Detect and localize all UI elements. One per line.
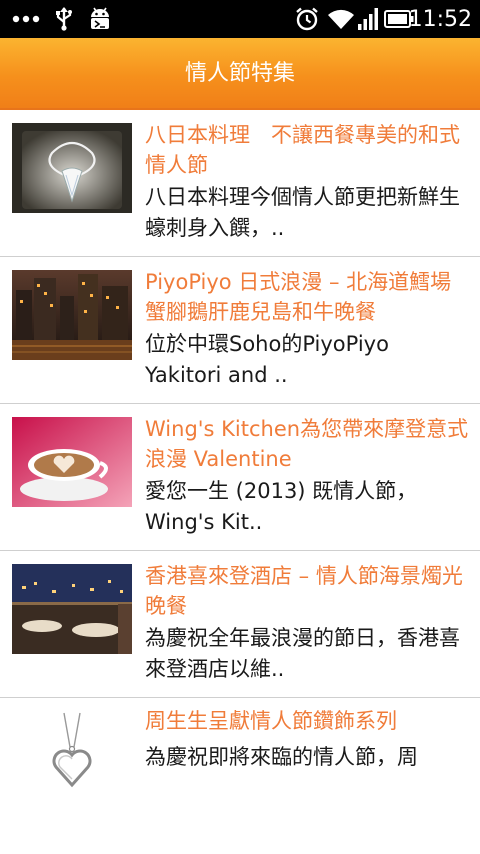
list-item[interactable]: 周生生呈獻情人節鑽飾系列 為慶祝即將來臨的情人節，周 bbox=[0, 698, 480, 845]
heart-latte-photo bbox=[12, 417, 132, 507]
article-title[interactable]: 香港喜來登酒店 – 情人節海景燭光晚餐 bbox=[145, 561, 470, 621]
alarm-icon bbox=[294, 0, 320, 38]
list-item[interactable]: 香港喜來登酒店 – 情人節海景燭光晚餐 為慶祝全年最浪漫的節日，香港喜來登酒店以… bbox=[0, 551, 480, 698]
article-title[interactable]: 周生生呈獻情人節鑽飾系列 bbox=[145, 706, 470, 736]
article-title[interactable]: Wing's Kitchen為您帶來摩登意式浪漫 Valentine bbox=[145, 414, 470, 474]
article-summary: 愛您一生 (2013) 既情人節，Wing's Kit.. bbox=[145, 479, 418, 534]
list-item[interactable]: Wing's Kitchen為您帶來摩登意式浪漫 Valentine 愛您一生 … bbox=[0, 404, 480, 551]
more-icon bbox=[10, 0, 44, 38]
status-time: 11:52 bbox=[408, 7, 472, 32]
article-title[interactable]: 八日本料理 不讓西餐專美的和式情人節 bbox=[145, 120, 470, 180]
restaurant-view-photo bbox=[12, 564, 132, 654]
article-summary: 八日本料理今個情人節更把新鮮生蠔刺身入饌，.. bbox=[145, 185, 460, 240]
crystal-heart-ornament-photo bbox=[12, 123, 132, 213]
page-title: 情人節特集 bbox=[184, 61, 295, 86]
android-debug-icon bbox=[86, 0, 114, 38]
usb-icon bbox=[52, 0, 76, 38]
status-bar: 11:52 bbox=[0, 0, 480, 38]
article-summary: 為慶祝全年最浪漫的節日，香港喜來登酒店以維.. bbox=[145, 626, 460, 681]
article-list[interactable]: 八日本料理 不讓西餐專美的和式情人節 八日本料理今個情人節更把新鮮生蠔刺身入饌，… bbox=[0, 110, 480, 845]
city-night-photo bbox=[12, 270, 132, 360]
heart-pendant-photo bbox=[12, 711, 132, 801]
app-header: 情人節特集 bbox=[0, 38, 480, 110]
list-item[interactable]: 八日本料理 不讓西餐專美的和式情人節 八日本料理今個情人節更把新鮮生蠔刺身入饌，… bbox=[0, 110, 480, 257]
article-title[interactable]: PiyoPiyo 日式浪漫 – 北海道鱈場蟹腳鵝肝鹿兒島和牛晚餐 bbox=[145, 267, 470, 327]
article-summary: 位於中環Soho的PiyoPiyo Yakitori and .. bbox=[145, 332, 389, 387]
signal-icon bbox=[356, 0, 380, 38]
wifi-icon bbox=[326, 0, 356, 38]
article-summary: 為慶祝即將來臨的情人節，周 bbox=[145, 745, 418, 769]
list-item[interactable]: PiyoPiyo 日式浪漫 – 北海道鱈場蟹腳鵝肝鹿兒島和牛晚餐 位於中環Soh… bbox=[0, 257, 480, 404]
